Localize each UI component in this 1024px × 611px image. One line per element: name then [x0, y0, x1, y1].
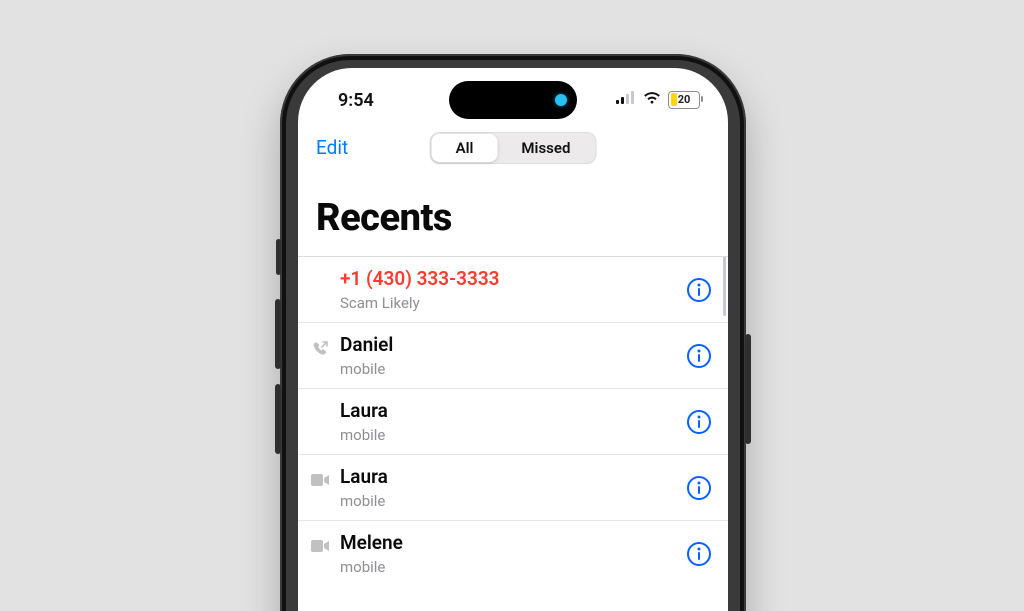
side-button-volume-up [275, 299, 281, 369]
info-button[interactable] [686, 343, 712, 369]
status-right: 20 [616, 90, 700, 109]
call-row[interactable]: +1 (430) 333-3333 Scam Likely [298, 256, 728, 322]
video-call-icon [310, 538, 330, 558]
caller-sub: mobile [340, 558, 672, 576]
caller-sub: mobile [340, 492, 672, 510]
info-button[interactable] [686, 475, 712, 501]
caller-sub: mobile [340, 360, 672, 378]
caller-sub: mobile [340, 426, 672, 444]
video-call-icon [310, 472, 330, 492]
caller-name: Laura [340, 399, 672, 423]
outgoing-call-icon [310, 340, 330, 360]
call-row[interactable]: Daniel mobile [298, 322, 728, 388]
side-button-silent [276, 239, 281, 275]
edit-button[interactable]: Edit [316, 136, 348, 159]
iphone-frame: 9:54 20 [280, 54, 746, 611]
side-button-volume-down [275, 384, 281, 454]
status-bar: 9:54 20 [298, 68, 728, 128]
nav-bar: Edit All Missed [298, 128, 728, 170]
segment-all[interactable]: All [432, 134, 498, 162]
call-row[interactable]: Melene mobile [298, 520, 728, 586]
recents-list: +1 (430) 333-3333 Scam Likely Daniel mob… [298, 256, 728, 586]
segmented-control[interactable]: All Missed [430, 132, 597, 164]
segment-missed[interactable]: Missed [497, 134, 594, 162]
call-row[interactable]: Laura mobile [298, 454, 728, 520]
caller-name: Melene [340, 531, 672, 555]
status-time: 9:54 [338, 90, 374, 111]
side-button-power [745, 334, 751, 444]
info-button[interactable] [686, 541, 712, 567]
caller-name: Daniel [340, 333, 672, 357]
info-button[interactable] [686, 277, 712, 303]
battery-indicator: 20 [668, 91, 700, 109]
caller-name: Laura [340, 465, 672, 489]
caller-sub: Scam Likely [340, 294, 672, 312]
caller-name: +1 (430) 333-3333 [340, 267, 672, 291]
phone-screen: 9:54 20 [298, 68, 728, 611]
info-button[interactable] [686, 409, 712, 435]
battery-percent: 20 [669, 92, 699, 108]
cellular-icon [616, 90, 636, 109]
call-row[interactable]: Laura mobile [298, 388, 728, 454]
wifi-icon [642, 90, 662, 109]
page-title: Recents [316, 196, 452, 240]
